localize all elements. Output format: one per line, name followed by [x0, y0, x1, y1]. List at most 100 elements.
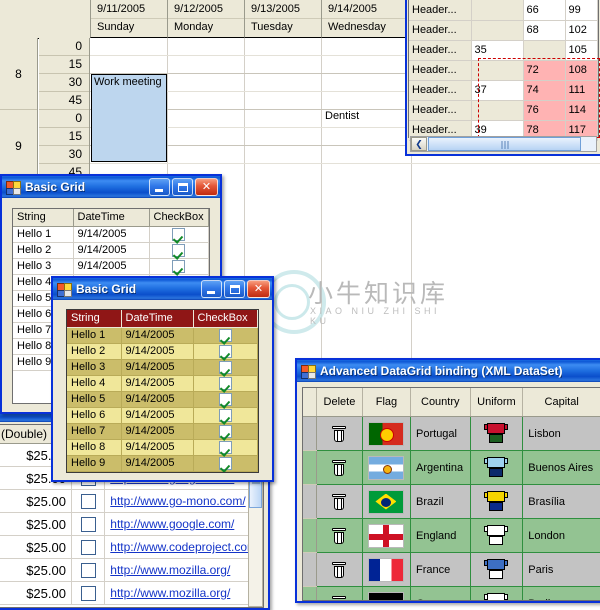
table-row[interactable]: Header... 72 108: [409, 60, 598, 81]
cell-value[interactable]: 114: [565, 100, 598, 121]
url-link[interactable]: http://www.go-mono.com/: [110, 494, 245, 508]
cell-capital[interactable]: Lisbon: [522, 416, 600, 451]
basic-grid-2-titlebar[interactable]: Basic Grid ✕: [53, 278, 272, 300]
table-row[interactable]: $25.00 http://www.go-mono.com/: [0, 489, 263, 513]
checkbox-icon[interactable]: [172, 227, 186, 241]
calendar-minute-cell[interactable]: 0: [39, 110, 89, 128]
cell-datetime[interactable]: 9/14/2005: [121, 375, 194, 392]
basic-grid-1-col-checkbox[interactable]: CheckBox: [149, 209, 209, 227]
cell-value[interactable]: 99: [565, 0, 598, 21]
checkbox-icon[interactable]: [218, 392, 232, 406]
cell-string[interactable]: Hello 1: [13, 226, 74, 243]
calendar-day-header-0[interactable]: 9/11/2005 Sunday: [90, 0, 167, 38]
cell-country[interactable]: Portugal: [410, 416, 471, 451]
cell-checkbox[interactable]: [149, 226, 209, 243]
cell-string[interactable]: Hello 4: [67, 375, 122, 392]
table-row[interactable]: $25.00 http://www.codeproject.com: [0, 535, 263, 559]
cell-capital[interactable]: Berlin: [522, 586, 600, 600]
url-link[interactable]: http://www.google.com/: [110, 517, 234, 531]
checkbox-icon[interactable]: [218, 328, 232, 342]
cell-country[interactable]: France: [410, 552, 471, 587]
trash-icon[interactable]: [332, 459, 347, 476]
cell-datetime[interactable]: 9/14/2005: [121, 391, 194, 408]
table-row[interactable]: Brazil Brasília: [303, 484, 600, 519]
advanced-grid-frame[interactable]: Delete Flag Country Uniform Capital Port…: [302, 387, 600, 601]
cell-url[interactable]: http://www.google.com/: [104, 512, 263, 536]
row-header-cell[interactable]: Header...: [409, 0, 472, 21]
cell-value[interactable]: 66: [523, 0, 566, 21]
header-grid-hscrollbar[interactable]: ❮: [410, 136, 597, 152]
cell-value[interactable]: 108: [565, 60, 598, 81]
cell-capital[interactable]: Buenos Aires: [522, 450, 600, 485]
table-row[interactable]: Hello 99/14/2005: [67, 455, 258, 472]
cell-string[interactable]: Hello 7: [67, 423, 122, 440]
cell-capital[interactable]: Paris: [522, 552, 600, 587]
cell-checkbox[interactable]: [193, 407, 258, 424]
cell-capital[interactable]: Brasília: [522, 484, 600, 519]
header-grid-window[interactable]: Header... 66 99 Header... 68 102 Header... 35 10…: [405, 0, 600, 156]
checkbox-icon[interactable]: [218, 360, 232, 374]
basic-grid-1-col-datetime[interactable]: DateTime: [73, 209, 150, 227]
advanced-datagrid-window[interactable]: Advanced DataGrid binding (XML DataSet) …: [295, 358, 600, 603]
basic-grid-2-table[interactable]: String DateTime CheckBox Hello 1 9/14/200…: [67, 310, 258, 472]
cell-string[interactable]: Hello 8: [67, 439, 122, 456]
cell-checkbox[interactable]: [71, 535, 106, 559]
cell-value[interactable]: [471, 100, 524, 121]
cell-value[interactable]: 35: [471, 40, 524, 61]
cell-datetime[interactable]: 9/14/2005: [121, 359, 194, 376]
row-header-cell[interactable]: [303, 484, 317, 519]
cell-datetime[interactable]: 9/14/2005: [121, 439, 194, 456]
basic-grid-2-col-string[interactable]: String: [67, 310, 122, 328]
trash-icon[interactable]: [332, 561, 347, 578]
advanced-col-delete[interactable]: Delete: [316, 388, 363, 417]
cell-datetime[interactable]: 9/14/2005: [121, 407, 194, 424]
cell-price[interactable]: $25.00: [0, 581, 72, 605]
maximize-button[interactable]: [172, 178, 193, 196]
trash-icon[interactable]: [332, 595, 347, 600]
cell-delete[interactable]: [316, 484, 363, 519]
table-row[interactable]: Hello 89/14/2005: [67, 439, 258, 456]
cell-country[interactable]: Argentina: [410, 450, 471, 485]
trash-icon[interactable]: [332, 527, 347, 544]
cell-string[interactable]: Hello 5: [67, 391, 122, 408]
table-row[interactable]: Hello 3 9/14/2005: [67, 359, 258, 376]
cell-value[interactable]: 76: [523, 100, 566, 121]
row-header-cell[interactable]: [303, 450, 317, 485]
cell-value[interactable]: 74: [523, 80, 566, 101]
cell-value[interactable]: 102: [565, 20, 598, 41]
cell-checkbox[interactable]: [71, 512, 106, 536]
row-header-cell[interactable]: [303, 518, 317, 553]
calendar-minute-cell[interactable]: 15: [39, 56, 89, 74]
checkbox-icon[interactable]: [80, 562, 96, 578]
trash-icon[interactable]: [332, 425, 347, 442]
minimize-button[interactable]: [149, 178, 170, 196]
url-link[interactable]: http://www.mozilla.org/: [110, 563, 230, 577]
cell-datetime[interactable]: 9/14/2005: [121, 423, 194, 440]
cell-country[interactable]: Brazil: [410, 484, 471, 519]
checkbox-icon[interactable]: [172, 259, 186, 273]
advanced-col-capital[interactable]: Capital: [522, 388, 600, 417]
cell-value[interactable]: 37: [471, 80, 524, 101]
cell-checkbox[interactable]: [149, 258, 209, 275]
row-header-cell[interactable]: [303, 586, 317, 600]
cell-delete[interactable]: [316, 518, 363, 553]
table-row[interactable]: Header... 66 99: [409, 0, 598, 21]
basic-grid-2-col-checkbox[interactable]: CheckBox: [193, 310, 258, 328]
row-header-cell[interactable]: [303, 552, 317, 587]
row-header-cell[interactable]: Header...: [409, 60, 472, 81]
cell-price[interactable]: $25.00: [0, 558, 72, 582]
table-row[interactable]: $25.00 http://www.mozilla.org/: [0, 558, 263, 582]
trash-icon[interactable]: [332, 493, 347, 510]
table-row[interactable]: Argentina Buenos Aires: [303, 450, 600, 485]
cell-string[interactable]: Hello 2: [13, 242, 74, 259]
calendar-minute-cell[interactable]: 0: [39, 38, 89, 56]
table-row[interactable]: Header... 76 114: [409, 100, 598, 121]
advanced-window-titlebar[interactable]: Advanced DataGrid binding (XML DataSet): [297, 360, 600, 382]
table-row[interactable]: Hello 1 9/14/2005: [13, 226, 209, 243]
cell-value[interactable]: 111: [565, 80, 598, 101]
cell-checkbox[interactable]: [193, 343, 258, 360]
row-header-cell[interactable]: [303, 416, 317, 451]
cell-datetime[interactable]: 9/14/2005: [73, 242, 150, 259]
cell-delete[interactable]: [316, 416, 363, 451]
table-row[interactable]: Header... 35 105: [409, 40, 598, 61]
